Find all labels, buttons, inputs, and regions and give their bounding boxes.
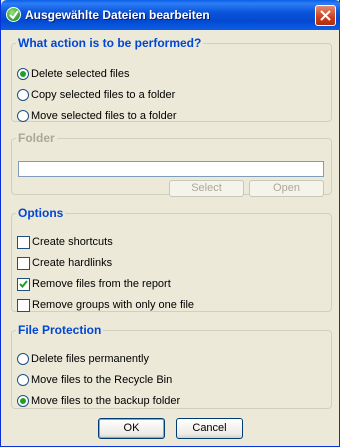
checkbox-label: Create shortcuts	[32, 236, 113, 248]
cancel-button[interactable]: Cancel	[176, 418, 243, 439]
close-button[interactable]	[315, 5, 336, 26]
checkmark-icon	[6, 7, 21, 22]
radio-label: Delete files permanently	[31, 353, 150, 365]
radio-button[interactable]	[17, 89, 29, 101]
checkbox-create-hardlinks[interactable]: Create hardlinks	[17, 255, 112, 271]
folder-group-legend: Folder	[18, 131, 55, 145]
file-protection-group: File Protection Delete files permanently…	[11, 323, 332, 409]
checkbox-remove-single-groups[interactable]: Remove groups with only one file	[17, 297, 194, 313]
radio-label: Move files to the Recycle Bin	[31, 374, 173, 386]
checkbox[interactable]	[17, 277, 30, 291]
action-group: What action is to be performed? Delete s…	[11, 36, 332, 122]
folder-path-input[interactable]	[18, 161, 324, 177]
ok-button[interactable]: OK	[98, 418, 165, 439]
radio-button[interactable]	[17, 110, 29, 122]
select-button[interactable]: Select	[169, 180, 244, 197]
radio-button[interactable]	[17, 353, 29, 365]
folder-group: Folder Select Open	[11, 131, 332, 197]
checkmark-icon	[19, 279, 28, 288]
open-button[interactable]: Open	[249, 180, 324, 197]
radio-recycle-bin[interactable]: Move files to the Recycle Bin	[17, 372, 172, 388]
checkbox-label: Remove groups with only one file	[32, 299, 195, 311]
title-bar[interactable]: Ausgewählte Dateien bearbeiten	[1, 0, 340, 30]
options-group: Options Create shortcuts Create hardlink…	[11, 206, 332, 312]
checkbox-remove-from-report[interactable]: Remove files from the report	[17, 276, 171, 292]
radio-label: Move selected files to a folder	[31, 110, 177, 122]
close-icon	[320, 10, 331, 21]
radio-delete-selected[interactable]: Delete selected files	[17, 66, 129, 82]
radio-button[interactable]	[17, 374, 29, 386]
checkbox-label: Create hardlinks	[32, 257, 113, 269]
radio-delete-permanently[interactable]: Delete files permanently	[17, 351, 149, 367]
radio-button[interactable]	[17, 395, 29, 407]
file-protection-legend: File Protection	[18, 323, 102, 337]
checkbox[interactable]	[17, 256, 30, 270]
radio-backup-folder[interactable]: Move files to the backup folder	[17, 393, 180, 409]
checkbox-label: Remove files from the report	[32, 278, 171, 290]
checkbox-create-shortcuts[interactable]: Create shortcuts	[17, 234, 113, 250]
radio-label: Copy selected files to a folder	[31, 89, 176, 101]
action-group-legend: What action is to be performed?	[18, 36, 202, 50]
radio-copy-selected[interactable]: Copy selected files to a folder	[17, 87, 175, 103]
radio-label: Move files to the backup folder	[31, 395, 181, 407]
radio-label: Delete selected files	[31, 68, 130, 80]
radio-button[interactable]	[17, 68, 29, 80]
window-title: Ausgewählte Dateien bearbeiten	[25, 8, 210, 22]
checkbox[interactable]	[17, 298, 30, 312]
checkbox[interactable]	[17, 235, 30, 249]
radio-move-selected[interactable]: Move selected files to a folder	[17, 108, 177, 124]
options-group-legend: Options	[18, 206, 64, 220]
dialog-window: Ausgewählte Dateien bearbeiten What acti…	[0, 0, 340, 447]
